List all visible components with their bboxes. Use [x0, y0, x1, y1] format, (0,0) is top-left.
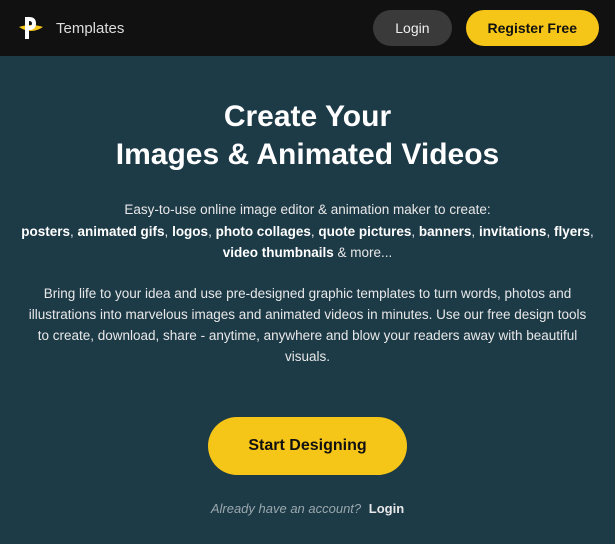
header: Templates Login Register Free: [0, 0, 615, 56]
kw: quote pictures: [318, 224, 411, 239]
hero-title-line1: Create Your: [224, 100, 391, 133]
kw: invitations: [479, 224, 547, 239]
register-button[interactable]: Register Free: [466, 10, 599, 46]
nav-templates[interactable]: Templates: [56, 20, 124, 37]
kw: logos: [172, 224, 208, 239]
login-button[interactable]: Login: [373, 10, 451, 46]
logo-icon: [16, 13, 46, 43]
login-prompt-text: Already have an account?: [211, 501, 361, 516]
kw: flyers: [554, 224, 590, 239]
brand[interactable]: Templates: [16, 13, 124, 43]
kw: banners: [419, 224, 472, 239]
kw: photo collages: [216, 224, 311, 239]
start-designing-button[interactable]: Start Designing: [208, 417, 406, 475]
hero-description: Bring life to your idea and use pre-desi…: [20, 284, 595, 368]
hero-tagline: Easy-to-use online image editor & animat…: [20, 199, 595, 264]
hero-title-line2: Images & Animated Videos: [116, 138, 499, 171]
tagline-intro: Easy-to-use online image editor & animat…: [124, 202, 490, 217]
kw: video thumbnails: [223, 245, 334, 260]
tagline-outro: & more...: [338, 245, 393, 260]
hero: Create Your Images & Animated Videos Eas…: [0, 56, 615, 516]
kw: animated gifs: [78, 224, 165, 239]
hero-title: Create Your Images & Animated Videos: [20, 98, 595, 173]
login-link[interactable]: Login: [369, 501, 404, 516]
login-prompt-row: Already have an account? Login: [20, 501, 595, 516]
kw: posters: [21, 224, 70, 239]
